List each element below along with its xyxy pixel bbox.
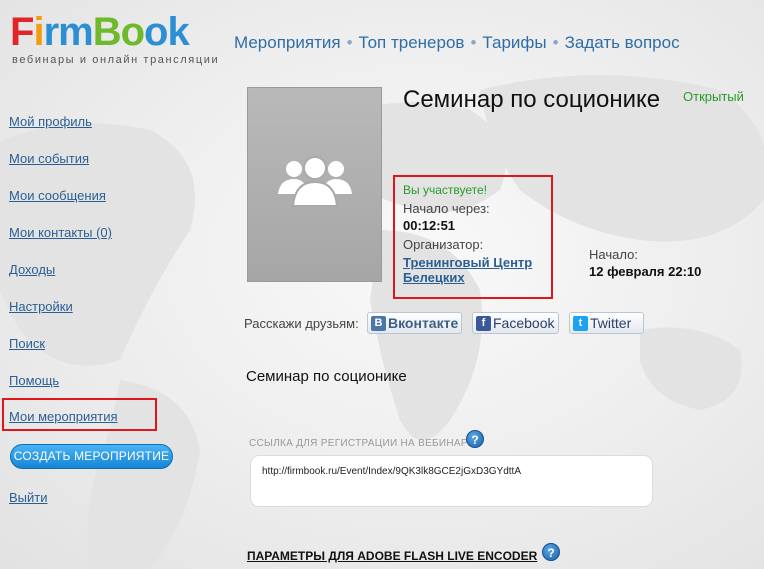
nav-events[interactable]: Мероприятия xyxy=(234,33,341,52)
registration-url-field[interactable]: http://firmbook.ru/Event/Index/9QK3lk8GC… xyxy=(250,455,653,507)
nav-pricing[interactable]: Тарифы xyxy=(482,33,546,52)
organizer-link[interactable]: Тренинговый Центр Белецких xyxy=(403,255,532,285)
nav-ask-question[interactable]: Задать вопрос xyxy=(565,33,680,52)
share-vk-button[interactable]: B Вконтакте xyxy=(367,312,462,334)
logout-link[interactable]: Выйти xyxy=(9,490,48,505)
organizer-name-line2: Белецких xyxy=(403,270,465,285)
facebook-icon: f xyxy=(476,315,491,331)
registration-link-label: ССЫЛКА ДЛЯ РЕГИСТРАЦИИ НА ВЕБИНАР: xyxy=(249,438,471,449)
firmbook-logo[interactable]: FirmBook вебинары и онлайн трансляции xyxy=(10,12,219,66)
nav-separator: • xyxy=(470,33,477,52)
logo-letter: i xyxy=(33,10,44,54)
logo-letter: F xyxy=(10,10,34,54)
twitter-icon: t xyxy=(573,315,588,331)
help-icon[interactable]: ? xyxy=(542,543,560,561)
sidebar-item-events[interactable]: Мои события xyxy=(9,151,89,166)
sidebar-item-search[interactable]: Поиск xyxy=(9,336,45,351)
logo-letter: k xyxy=(167,10,189,54)
logo-letter: r xyxy=(43,10,60,54)
share-facebook-button[interactable]: f Facebook xyxy=(472,312,559,334)
nav-top-trainers[interactable]: Топ тренеров xyxy=(359,33,465,52)
vk-icon: B xyxy=(371,315,386,331)
start-label: Начало: xyxy=(589,247,638,262)
logo-letter: o xyxy=(144,10,168,54)
event-title: Семинар по соционике xyxy=(403,86,661,113)
event-description: Семинар по соционике xyxy=(246,368,407,385)
logo-letter: o xyxy=(120,10,145,54)
sidebar-item-profile[interactable]: Мой профиль xyxy=(9,114,92,129)
sidebar-item-contacts[interactable]: Мои контакты (0) xyxy=(9,225,112,240)
registration-url: http://firmbook.ru/Event/Index/9QK3lk8GC… xyxy=(262,466,522,477)
logo-tagline: вебинары и онлайн трансляции xyxy=(12,54,220,66)
share-facebook-label: Facebook xyxy=(493,315,555,331)
nav-separator: • xyxy=(552,33,559,52)
share-label: Расскажи друзьям: xyxy=(244,316,359,331)
group-users-icon xyxy=(278,156,352,207)
share-twitter-button[interactable]: t Twitter xyxy=(569,312,644,334)
logo-letter: m xyxy=(58,10,94,54)
create-event-button[interactable]: СОЗДАТЬ МЕРОПРИЯТИЕ xyxy=(10,444,173,469)
participation-status: Вы участвуете! xyxy=(403,183,488,197)
sidebar-item-messages[interactable]: Мои сообщения xyxy=(9,188,106,203)
share-vk-label: Вконтакте xyxy=(388,315,459,331)
countdown-timer: 00:12:51 xyxy=(403,218,456,233)
highlight-frame-my-events xyxy=(2,398,157,431)
start-datetime: 12 февраля 22:10 xyxy=(589,264,702,279)
flash-encoder-params-link[interactable]: ПАРАМЕТРЫ ДЛЯ ADOBE FLASH LIVE ENCODER xyxy=(247,549,537,563)
sidebar-item-settings[interactable]: Настройки xyxy=(9,299,73,314)
organizer-name-line1: Тренинговый Центр xyxy=(403,255,533,270)
sidebar-item-help[interactable]: Помощь xyxy=(9,373,59,388)
top-navigation: Мероприятия • Топ тренеров • Тарифы • Задать в… xyxy=(234,33,680,53)
nav-separator: • xyxy=(346,33,353,52)
logo-letter: B xyxy=(92,10,122,54)
help-icon[interactable]: ? xyxy=(466,430,484,448)
logo-wordmark: FirmBook xyxy=(10,12,219,52)
starts-in-label: Начало через: xyxy=(403,201,490,216)
sidebar-item-income[interactable]: Доходы xyxy=(9,262,55,277)
event-avatar xyxy=(247,87,382,282)
organizer-label: Организатор: xyxy=(403,237,484,252)
event-status: Открытый xyxy=(683,89,744,104)
share-twitter-label: Twitter xyxy=(590,315,632,331)
